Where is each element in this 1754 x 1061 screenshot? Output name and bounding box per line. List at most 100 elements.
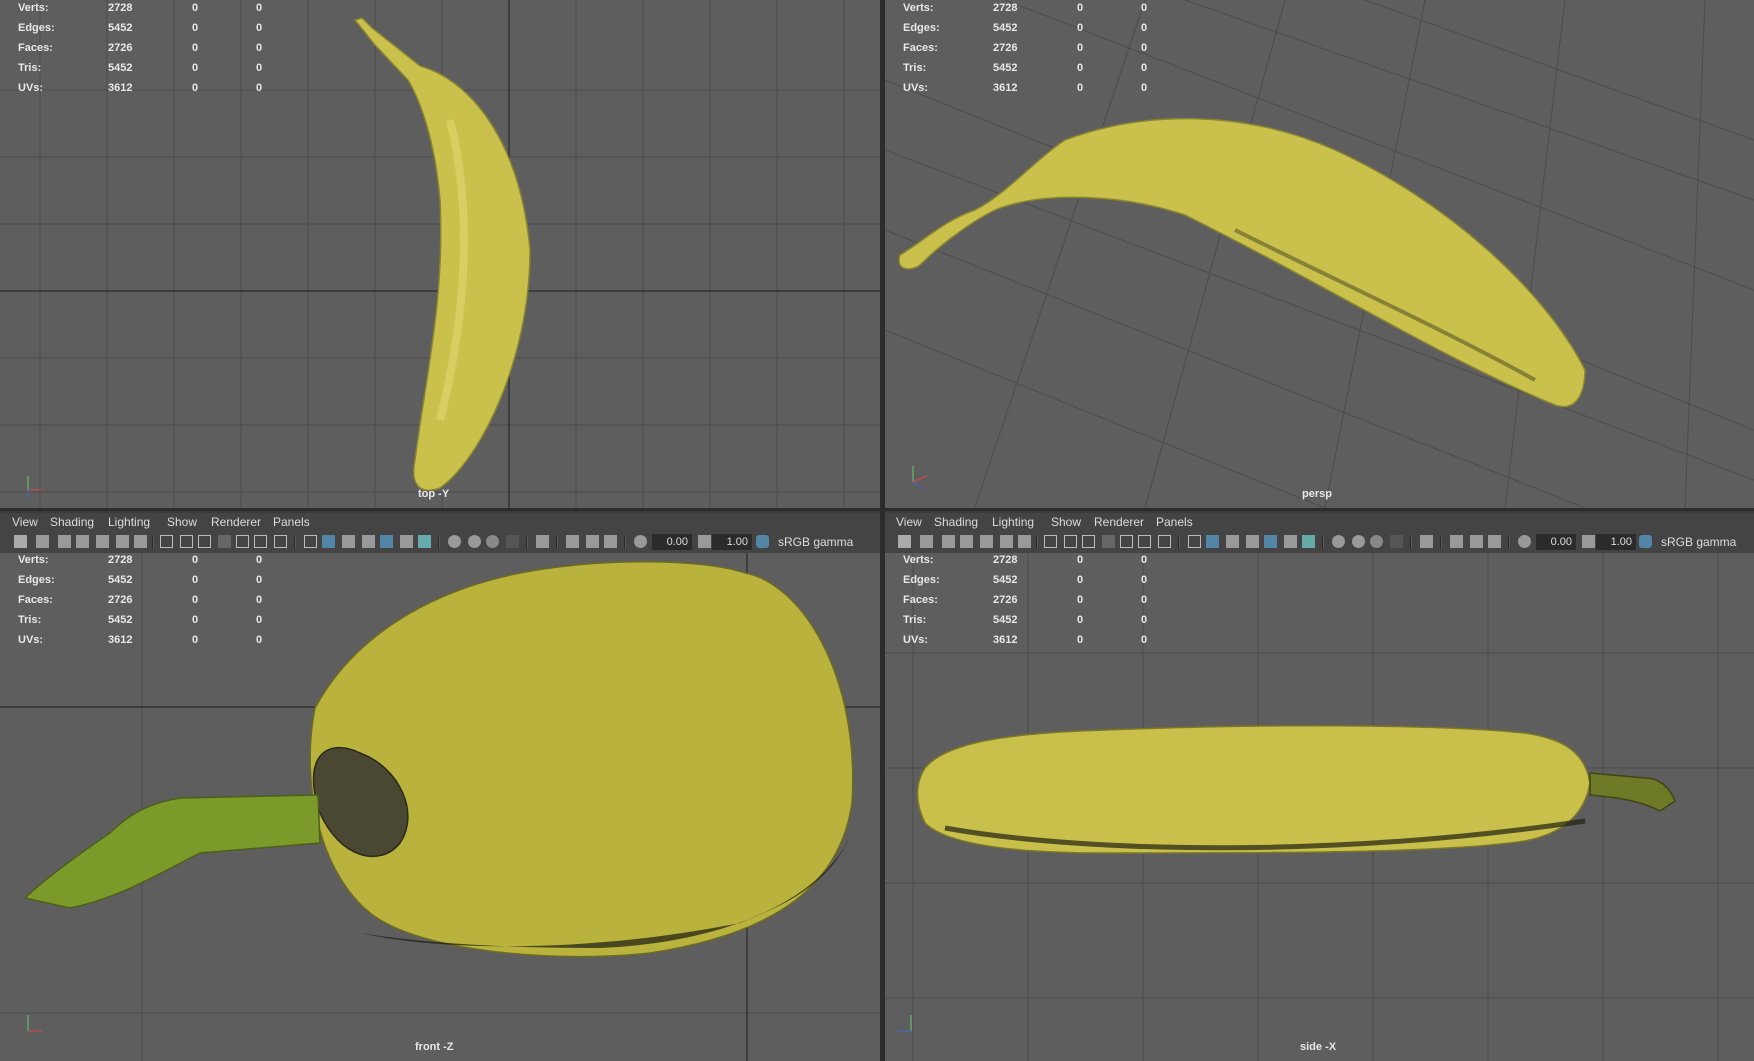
camera-label-top: top -Y	[418, 488, 450, 500]
two-d-pan-icon[interactable]	[116, 535, 129, 548]
menu-shading[interactable]: Shading	[50, 515, 94, 529]
textured-icon[interactable]	[380, 535, 393, 548]
gate-mask-icon[interactable]	[218, 535, 231, 548]
field-chart-icon[interactable]	[1120, 535, 1133, 548]
exposure-icon[interactable]	[1518, 535, 1531, 548]
wireframe-on-shaded-icon[interactable]	[1246, 535, 1259, 548]
image-plane-icon[interactable]	[960, 535, 973, 548]
safe-action-icon[interactable]	[1138, 535, 1151, 548]
motion-blur-icon[interactable]	[1470, 535, 1483, 548]
aa-icon[interactable]	[604, 535, 617, 548]
horizontal-divider[interactable]	[0, 508, 1754, 511]
xray-icon[interactable]	[1332, 535, 1345, 548]
resolution-gate-icon[interactable]	[198, 535, 211, 548]
axis-gizmo-persp	[912, 466, 928, 489]
colorspace-label[interactable]: sRGB gamma	[1661, 535, 1736, 549]
menu-view[interactable]: View	[896, 515, 922, 529]
grid-icon[interactable]	[160, 535, 173, 548]
menu-shading[interactable]: Shading	[934, 515, 978, 529]
bookmark-icon[interactable]	[58, 535, 71, 548]
grid-icon[interactable]	[1044, 535, 1057, 548]
field-chart-icon[interactable]	[236, 535, 249, 548]
isolate-select-icon[interactable]	[536, 535, 549, 548]
flat-shade-icon[interactable]	[1226, 535, 1239, 548]
shadows-icon[interactable]	[1302, 535, 1315, 548]
axis-gizmo-top	[27, 476, 42, 498]
wireframe-icon[interactable]	[304, 535, 317, 548]
safe-title-icon[interactable]	[1158, 535, 1171, 548]
backface-icon[interactable]	[506, 535, 519, 548]
axis-gizmo-side	[897, 1015, 912, 1032]
grease-pencil-icon[interactable]	[96, 535, 109, 548]
axis-gizmo-front	[27, 1015, 42, 1032]
film-gate-icon[interactable]	[1064, 535, 1077, 548]
xray-active-icon[interactable]	[1352, 535, 1365, 548]
gamma-field[interactable]: 1.00	[1596, 534, 1636, 550]
camera-select-icon[interactable]	[898, 535, 911, 548]
menu-show[interactable]: Show	[1051, 515, 1081, 529]
textured-icon[interactable]	[1264, 535, 1277, 548]
grease-pencil-icon[interactable]	[980, 535, 993, 548]
ao-icon[interactable]	[566, 535, 579, 548]
menu-lighting[interactable]: Lighting	[108, 515, 150, 529]
menu-renderer[interactable]: Renderer	[211, 515, 261, 529]
use-all-lights-icon[interactable]	[1284, 535, 1297, 548]
pencil-icon[interactable]	[134, 535, 147, 548]
aa-icon[interactable]	[1488, 535, 1501, 548]
backface-icon[interactable]	[1390, 535, 1403, 548]
gamma-icon[interactable]	[1582, 535, 1595, 548]
gate-mask-icon[interactable]	[1102, 535, 1115, 548]
banana-front-stem	[23, 794, 321, 909]
menubar-right: View Shading Lighting Show Renderer Pane…	[885, 513, 1754, 532]
camera-select-icon[interactable]	[14, 535, 27, 548]
use-all-lights-icon[interactable]	[400, 535, 413, 548]
safe-title-icon[interactable]	[274, 535, 287, 548]
camera-attr-icon[interactable]	[36, 535, 49, 548]
menu-view[interactable]: View	[12, 515, 38, 529]
flat-shade-icon[interactable]	[342, 535, 355, 548]
color-management-icon[interactable]	[756, 535, 769, 548]
gamma-field[interactable]: 1.00	[712, 534, 752, 550]
safe-action-icon[interactable]	[254, 535, 267, 548]
menubar-left: View Shading Lighting Show Renderer Pane…	[0, 513, 880, 532]
exposure-icon[interactable]	[634, 535, 647, 548]
maya-viewport-layout: View Shading Lighting Show Renderer Pane…	[0, 0, 1754, 1061]
ao-icon[interactable]	[1450, 535, 1463, 548]
shadows-icon[interactable]	[418, 535, 431, 548]
menu-show[interactable]: Show	[167, 515, 197, 529]
banana-front-body	[309, 561, 854, 958]
hud-top: Verts: 2728 0 0 Edges: 5452 0 0 Faces: 2726 0 0 T…	[18, 2, 263, 94]
camera-label-side: side -X	[1300, 1041, 1337, 1053]
menu-panels[interactable]: Panels	[1156, 515, 1193, 529]
xray-active-icon[interactable]	[468, 535, 481, 548]
color-management-icon[interactable]	[1639, 535, 1652, 548]
camera-label-front: front -Z	[415, 1041, 454, 1053]
exposure-field[interactable]: 0.00	[1536, 534, 1576, 550]
pencil-icon[interactable]	[1018, 535, 1031, 548]
colorspace-label[interactable]: sRGB gamma	[778, 535, 853, 549]
resolution-gate-icon[interactable]	[1082, 535, 1095, 548]
film-gate-icon[interactable]	[180, 535, 193, 548]
camera-attr-icon[interactable]	[920, 535, 933, 548]
smooth-shade-icon[interactable]	[1206, 535, 1219, 548]
hud-persp: Verts: 2728 0 0 Edges: 5452 0 0 Faces: 2726 0 0 T…	[903, 2, 1148, 94]
xray-joints-icon[interactable]	[486, 535, 499, 548]
image-plane-icon[interactable]	[76, 535, 89, 548]
isolate-select-icon[interactable]	[1420, 535, 1433, 548]
bookmark-icon[interactable]	[942, 535, 955, 548]
menu-lighting[interactable]: Lighting	[992, 515, 1034, 529]
banana-persp	[898, 117, 1586, 408]
hud-front: Verts: 2728 0 0 Edges: 5452 0 0 Faces: 2726 0 0 T…	[18, 554, 263, 646]
wireframe-icon[interactable]	[1188, 535, 1201, 548]
smooth-shade-icon[interactable]	[322, 535, 335, 548]
menu-panels[interactable]: Panels	[273, 515, 310, 529]
xray-joints-icon[interactable]	[1370, 535, 1383, 548]
exposure-field[interactable]: 0.00	[652, 534, 692, 550]
gamma-icon[interactable]	[698, 535, 711, 548]
two-d-pan-icon[interactable]	[1000, 535, 1013, 548]
camera-label-persp: persp	[1302, 488, 1332, 500]
wireframe-on-shaded-icon[interactable]	[362, 535, 375, 548]
motion-blur-icon[interactable]	[586, 535, 599, 548]
xray-icon[interactable]	[448, 535, 461, 548]
menu-renderer[interactable]: Renderer	[1094, 515, 1144, 529]
